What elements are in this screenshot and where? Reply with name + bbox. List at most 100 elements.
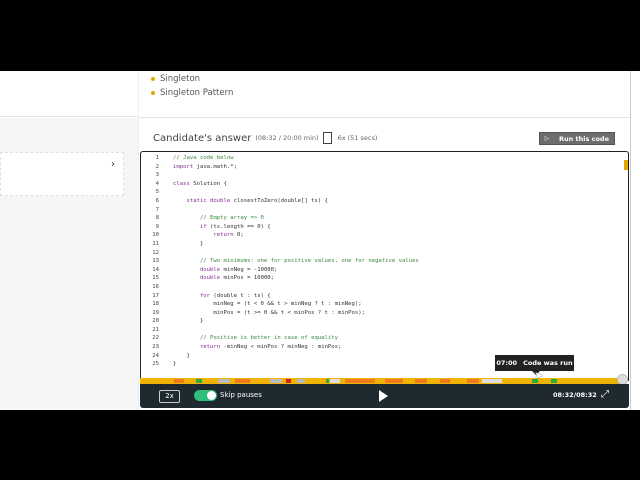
- editor-scrollbar[interactable]: [624, 160, 628, 170]
- line-number: 15: [152, 275, 159, 282]
- code-line: 8 // Empty array => 0: [141, 214, 419, 223]
- left-panel-top: [0, 71, 138, 117]
- timeline-event[interactable]: [286, 379, 291, 383]
- answer-title: Candidate's answer: [153, 132, 252, 144]
- code-line: 22 // Positive is better in case of equa…: [141, 334, 419, 343]
- timeline-event[interactable]: [345, 379, 375, 383]
- code-token: class: [173, 180, 194, 187]
- code-token: return: [173, 344, 224, 351]
- line-number: 1: [155, 155, 159, 161]
- code-token: }: [173, 240, 204, 247]
- code-token: java.math.*;: [196, 163, 237, 170]
- line-number: 7: [155, 206, 159, 213]
- code-token: 0;: [237, 232, 244, 239]
- code-line: 6 static double closestToZero(double[] t…: [141, 197, 419, 206]
- play-icon[interactable]: [379, 390, 388, 402]
- tooltip-time: 07:00: [496, 359, 518, 367]
- code-token: }: [173, 318, 204, 325]
- timeline-event[interactable]: [385, 379, 403, 383]
- code-line: 24 }: [141, 352, 419, 361]
- timeline-event[interactable]: [467, 379, 479, 383]
- code-line: 23 return -minNeg < minPos ? minNeg : mi…: [141, 343, 419, 352]
- code-token: double: [173, 275, 224, 282]
- answer-header: Candidate's answer (08:32 / 20:00 min) 6…: [153, 132, 377, 144]
- code-editor[interactable]: 1 // Java code below 2 import java.math.*; 3…: [140, 151, 629, 381]
- timeline-event[interactable]: [551, 379, 557, 383]
- player-controls: 2x Skip pauses 08:32/08:32 ⤢: [140, 384, 629, 408]
- line-number: 25: [152, 361, 159, 368]
- code-token: minPos = (t >= 0 && t < minPos ? t : min…: [173, 309, 365, 316]
- skip-pauses-label: Skip pauses: [220, 391, 262, 399]
- line-number: 20: [152, 318, 159, 325]
- line-number: 23: [152, 344, 159, 351]
- code-line: 17 for (double t : ts) {: [141, 292, 419, 301]
- line-number: 16: [152, 283, 159, 290]
- bullet-icon: [151, 77, 155, 81]
- code-line: 21: [141, 326, 419, 335]
- run-code-button[interactable]: ▷ Run this code: [539, 132, 615, 145]
- code-token: minNeg = -10000;: [223, 266, 278, 273]
- speed-button[interactable]: 2x: [159, 390, 180, 403]
- code-token: // Positive is better in case of equalit…: [173, 335, 339, 342]
- paste-count: 6x (51 secs): [337, 134, 378, 142]
- code-line: 7: [141, 206, 419, 215]
- code-token: (double t : ts) {: [213, 292, 271, 299]
- code-line: 12: [141, 249, 419, 258]
- line-number: 2: [155, 163, 159, 170]
- code-token: return: [173, 232, 237, 239]
- code-line: 11 }: [141, 240, 419, 249]
- timeline-event[interactable]: [330, 379, 340, 383]
- line-number: 18: [152, 301, 159, 308]
- chevron-right-icon[interactable]: ›: [111, 159, 115, 170]
- tag-item: Singleton: [151, 72, 233, 86]
- code-line: 15 double minPos = 10000;: [141, 274, 419, 283]
- answer-panel: Singleton Singleton Pattern Candidate's …: [138, 71, 631, 410]
- tooltip-label: Code was run: [523, 359, 573, 367]
- code-token: if: [173, 223, 211, 230]
- code-lines: 1 // Java code below 2 import java.math.*; 3…: [141, 154, 419, 369]
- code-line: 1 // Java code below: [141, 154, 419, 163]
- tag-label: Singleton Pattern: [160, 88, 234, 98]
- code-token: static double: [173, 197, 234, 204]
- timeline-event[interactable]: [196, 379, 202, 383]
- play-outline-icon: ▷: [544, 135, 550, 142]
- app: › Singleton Singleton Pattern Candidate'…: [0, 71, 640, 410]
- question-card[interactable]: ›: [0, 152, 124, 196]
- code-line: 10 return 0;: [141, 231, 419, 240]
- timeline-event[interactable]: [415, 379, 427, 383]
- code-line: 3: [141, 171, 419, 180]
- code-token: minNeg = (t < 0 && t > minNeg ? t : minN…: [173, 301, 362, 308]
- fullscreen-icon[interactable]: ⤢: [601, 389, 609, 400]
- timeline-event[interactable]: [270, 379, 282, 383]
- code-token: Solution {: [193, 180, 227, 187]
- timeline-event[interactable]: [218, 379, 230, 383]
- timeline-event[interactable]: [440, 379, 450, 383]
- line-number: 22: [152, 335, 159, 342]
- code-line: 19 minPos = (t >= 0 && t < minPos ? t : …: [141, 309, 419, 318]
- code-line: 25}: [141, 360, 419, 369]
- code-line: 16: [141, 283, 419, 292]
- line-number: 6: [155, 197, 159, 204]
- run-code-label: Run this code: [559, 134, 609, 143]
- timeline-event[interactable]: [482, 379, 502, 383]
- timeline-event[interactable]: [174, 379, 184, 383]
- bullet-icon: [151, 91, 155, 95]
- line-number: 11: [152, 240, 159, 247]
- line-number: 17: [152, 292, 159, 299]
- line-number: 4: [155, 180, 159, 187]
- line-number: 9: [155, 223, 159, 230]
- code-token: }: [173, 361, 177, 368]
- timeline-event[interactable]: [297, 379, 305, 383]
- timeline-event[interactable]: [326, 379, 329, 383]
- code-line: 14 double minNeg = -10000;: [141, 266, 419, 275]
- skip-pauses-toggle[interactable]: [194, 390, 217, 401]
- code-line: 18 minNeg = (t < 0 && t > minNeg ? t : m…: [141, 300, 419, 309]
- line-number: 10: [152, 232, 159, 239]
- left-panel: ›: [0, 118, 138, 410]
- code-line: 20 }: [141, 317, 419, 326]
- code-token: }: [173, 352, 190, 359]
- code-token: // Java code below: [173, 155, 234, 161]
- line-number: 24: [152, 352, 159, 359]
- page-scrollbar[interactable]: [630, 71, 640, 410]
- timeline-event[interactable]: [235, 379, 250, 383]
